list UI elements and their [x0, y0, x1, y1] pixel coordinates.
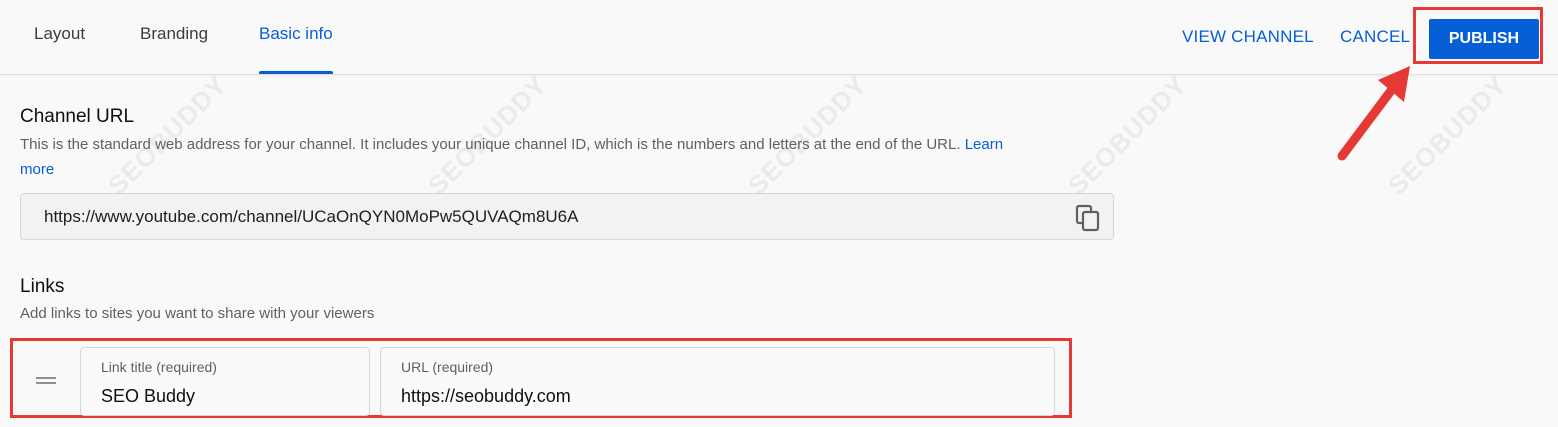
- link-title-value: SEO Buddy: [101, 386, 196, 406]
- link-title-field[interactable]: Link title (required) SEO Buddy: [80, 347, 370, 416]
- tab-branding[interactable]: Branding: [140, 24, 208, 74]
- top-toolbar: Layout Branding Basic info VIEW CHANNEL …: [0, 0, 1558, 75]
- watermark-text: SEOBUDDY: [1381, 69, 1513, 201]
- link-url-field[interactable]: URL (required) https://seobuddy.com: [380, 347, 1055, 416]
- link-url-value: https://seobuddy.com: [401, 386, 571, 406]
- tab-basic-info[interactable]: Basic info: [259, 24, 333, 74]
- channel-url-description: This is the standard web address for you…: [20, 136, 1004, 178]
- link-title-label: Link title (required): [101, 359, 217, 375]
- links-description: Add links to sites you want to share wit…: [20, 305, 375, 322]
- publish-button[interactable]: PUBLISH: [1429, 19, 1539, 59]
- channel-url-field[interactable]: https://www.youtube.com/channel/UCaOnQYN…: [20, 193, 1114, 240]
- channel-url-value: https://www.youtube.com/channel/UCaOnQYN…: [44, 207, 579, 226]
- view-channel-button[interactable]: VIEW CHANNEL: [1182, 27, 1314, 47]
- links-title: Links: [20, 276, 65, 297]
- link-row-highlight: Link title (required) SEO Buddy URL (req…: [10, 338, 1072, 418]
- annotation-arrow-icon: [1337, 66, 1410, 161]
- active-tab-indicator: [259, 71, 333, 74]
- link-url-label: URL (required): [401, 359, 494, 375]
- channel-url-title: Channel URL: [20, 106, 135, 127]
- cancel-button[interactable]: CANCEL: [1340, 27, 1410, 47]
- publish-highlight: PUBLISH: [1413, 7, 1543, 64]
- tab-layout[interactable]: Layout: [34, 24, 85, 74]
- copy-icon[interactable]: [1075, 204, 1101, 232]
- drag-handle-icon[interactable]: [36, 377, 56, 385]
